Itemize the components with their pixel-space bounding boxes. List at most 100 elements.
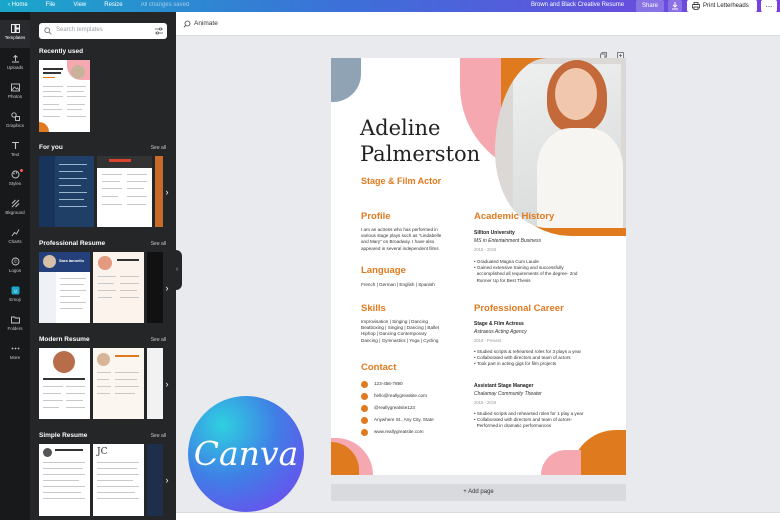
template-thumbnail[interactable]: Sara Iannello [39,252,90,323]
collapse-panel-handle[interactable]: ‹ [172,250,182,290]
template-thumbnail[interactable] [39,348,90,419]
file-menu-item[interactable]: File [46,2,56,8]
rail-item-photos[interactable]: Photos [0,79,30,107]
degree: MS in Entertainment Business [474,238,541,244]
template-thumbnail[interactable] [97,156,152,227]
saved-status: All changes saved [140,2,190,8]
skills-text: Improvisation | Singing | Dancing Beatbox… [361,319,439,343]
rail-item-more[interactable]: More [0,340,30,368]
rail-item-text[interactable]: Text [0,137,30,165]
home-menu-item[interactable]: ‹ Home [8,2,28,8]
section-title-for-you: For you [39,144,63,151]
filter-icon[interactable] [155,27,163,35]
search-placeholder: Search templates [56,27,103,33]
printer-icon [692,2,700,10]
see-all-link[interactable]: See all [151,241,166,247]
template-thumbnail[interactable] [147,252,163,323]
resize-menu-item[interactable]: Resize [104,2,122,8]
portrait-photo [495,58,626,228]
print-label: Print Letterheads [703,3,749,9]
see-all-link[interactable]: See all [151,145,166,151]
section-title-modern-resume: Modern Resume [39,336,90,343]
job-company: Astraeus Acting Agency [474,329,527,335]
print-letterheads-button[interactable]: Print Letterheads [687,0,757,12]
download-button[interactable] [668,0,682,12]
rail-item-folders[interactable]: Folders [0,311,30,339]
template-thumbnail[interactable] [93,252,144,323]
template-thumbnail[interactable]: JC [93,444,144,516]
contact-address: Anywhere St., Any City, State [374,417,434,422]
side-icon-rail: Templates Uploads Photos Graphics Text S… [0,12,30,520]
rail-item-styles[interactable]: Styles [0,166,30,194]
graphics-icon [10,112,20,121]
rail-item-graphics[interactable]: Graphics [0,108,30,136]
academic-dates: 2015 - 2016 [474,247,497,252]
see-all-link[interactable]: See all [151,337,166,343]
top-menu: ‹ Home File View Resize All changes save… [8,2,189,8]
rail-item-emoji[interactable]: ☺ Emoji [0,282,30,310]
see-all-link[interactable]: See all [151,433,166,439]
thumb-name: Sara Iannello [59,258,84,263]
job-title: Stage & Film Actress [474,321,524,327]
template-thumbnail[interactable] [39,156,94,227]
template-thumbnail[interactable] [147,444,163,516]
at-icon [361,405,368,412]
template-thumbnail[interactable] [39,60,90,132]
contact-email: hello@reallygreatsite.com [374,393,427,398]
editor-toolbar: Animate [176,12,780,36]
rail-item-background[interactable]: Bkground [0,195,30,223]
logo-icon: © [11,257,19,266]
scroll-right-arrow[interactable]: › [162,185,172,199]
scroll-right-arrow[interactable]: › [162,281,172,295]
scroll-right-arrow[interactable]: › [162,377,172,391]
share-button[interactable]: Share [636,0,664,12]
background-icon [11,199,19,208]
search-templates-input[interactable]: Search templates [39,23,167,39]
language-heading: Language [361,265,406,276]
search-icon [44,27,52,35]
school-name: Sillton University [474,230,515,236]
scroll-right-arrow[interactable]: › [162,473,172,487]
academic-heading: Academic History [474,211,555,222]
section-title-recently-used: Recently used [39,48,84,55]
bottom-bar [176,512,780,520]
upload-icon [11,54,19,63]
template-thumbnail[interactable] [147,348,163,419]
academic-bullets: • Graduated Magna Cum Laude • Gained ext… [474,259,578,283]
animate-icon [183,20,191,28]
contact-heading: Contact [361,362,397,373]
svg-text:©: © [13,258,17,264]
resume-page[interactable]: Adeline Palmerston Stage & Film Actor Pr… [331,58,626,475]
contact-handle: @reallygreatsite123 [374,405,415,410]
canva-logo-text: Canva [193,434,299,473]
resume-role: Stage & Film Actor [361,176,442,186]
text-icon [11,141,19,149]
add-page-button[interactable]: + Add page [331,484,626,501]
phone-icon [361,381,368,388]
section-title-simple-resume: Simple Resume [39,432,88,439]
job-bullets: • Studied scripts and rehearsed roles fo… [474,411,584,429]
animate-button[interactable]: Animate [194,20,218,27]
rail-item-uploads[interactable]: Uploads [0,50,30,78]
pink-bottom-shape [541,450,581,475]
career-heading: Professional Career [474,303,564,314]
job-dates: 2015 - 2016 [474,400,497,405]
template-thumbnail[interactable] [39,444,90,516]
profile-heading: Profile [361,211,391,222]
top-bar: ‹ Home File View Resize All changes save… [0,0,780,12]
contact-website: www.reallygreatsite.com [374,429,424,434]
profile-text: I am an actress who has performed in vari… [361,227,442,251]
rail-item-charts[interactable]: Charts [0,224,30,252]
view-menu-item[interactable]: View [73,2,86,8]
job-company: Chalamay Community Theater [474,391,542,397]
template-thumbnail[interactable] [93,348,144,419]
rail-item-templates[interactable]: Templates [0,20,30,48]
rail-item-logos[interactable]: © Logos [0,253,30,281]
section-title-professional-resume: Professional Resume [39,240,106,247]
job-title: Assistant Stage Manager [474,383,534,389]
job-dates: 2016 - Present [474,338,502,343]
language-text: French | German | English | Spanish [361,282,435,287]
more-options-button[interactable]: ... [761,0,777,12]
canva-logo: Canva [188,396,304,512]
document-title[interactable]: Brown and Black Creative Resume [531,2,624,8]
